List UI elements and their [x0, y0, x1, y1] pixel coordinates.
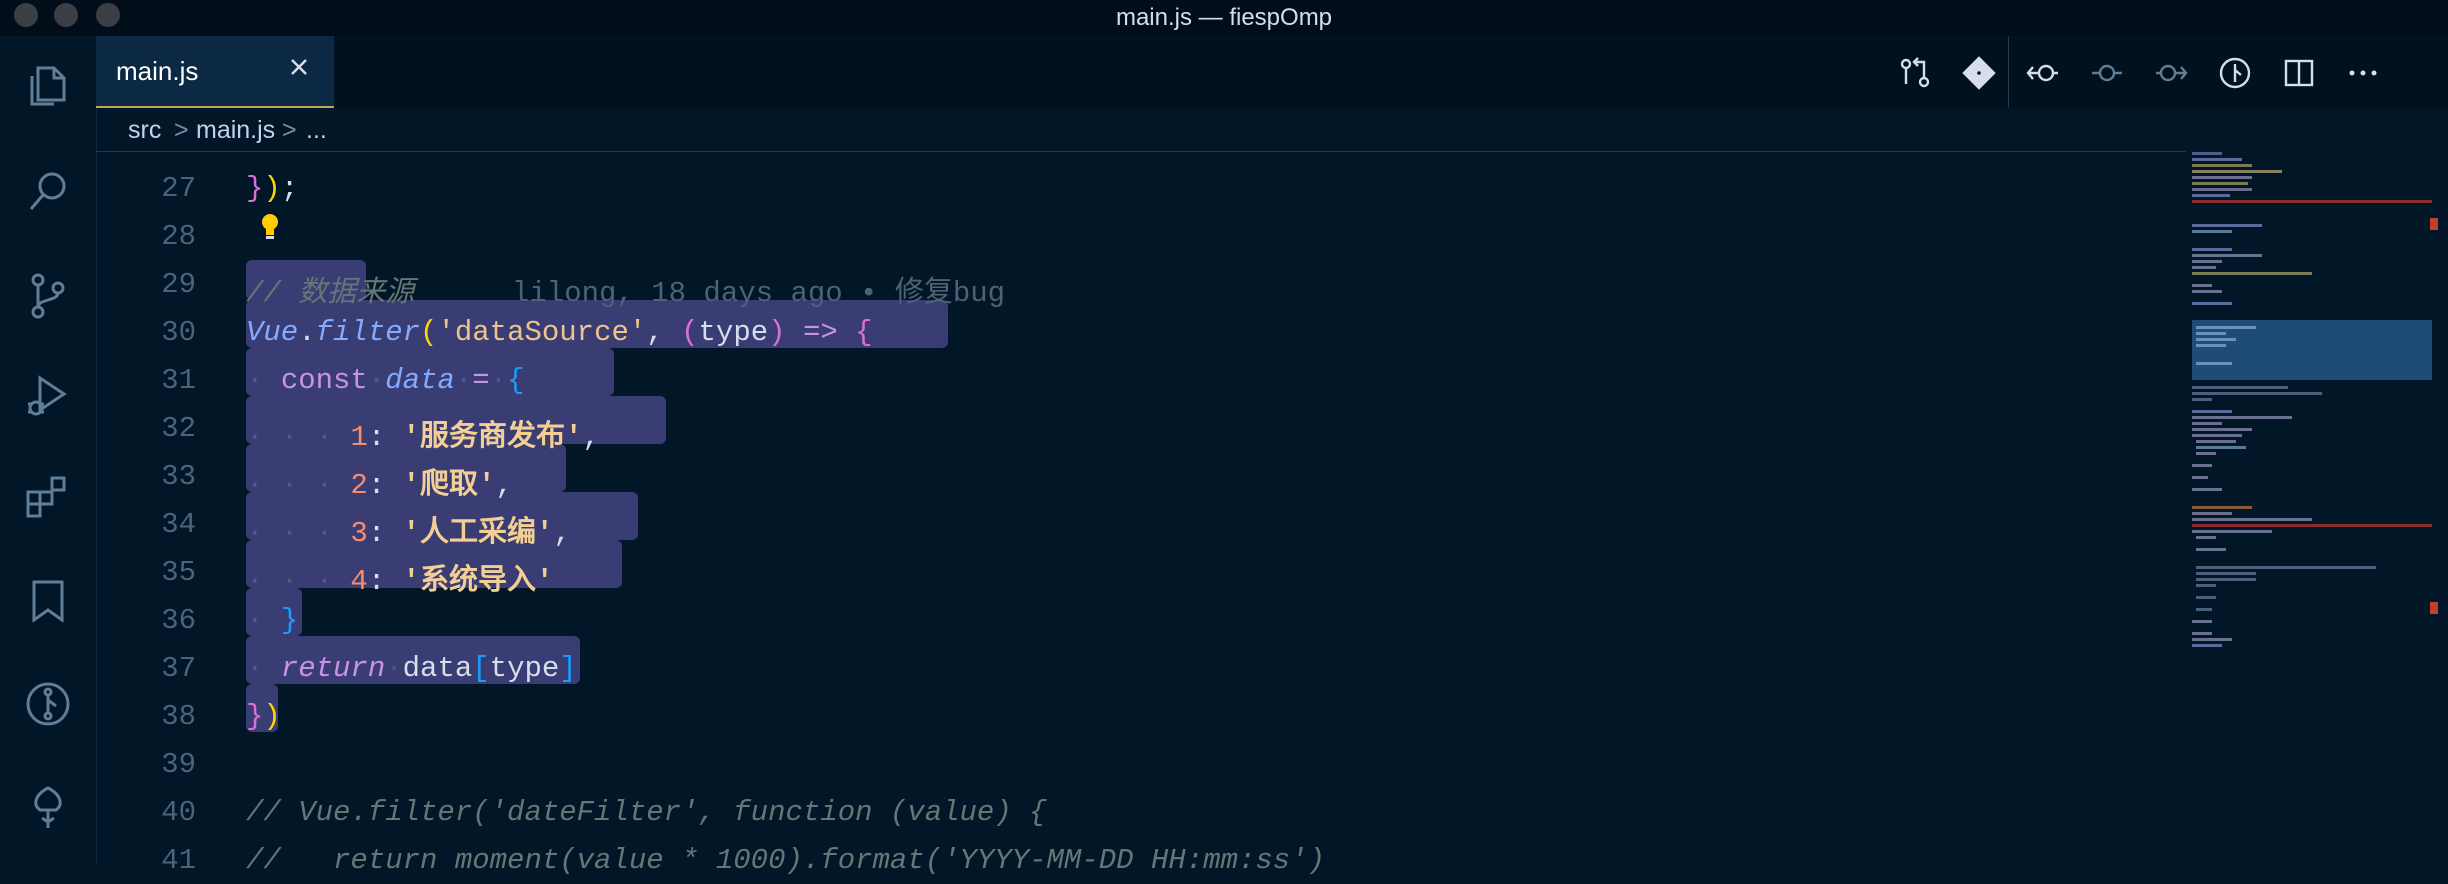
- bookmarks-icon[interactable]: [22, 576, 74, 628]
- code-line: 37 · return·data[type]: [96, 644, 2186, 692]
- lightbulb-icon[interactable]: [258, 212, 282, 242]
- activity-bar: [0, 36, 97, 864]
- more-actions-icon[interactable]: [2346, 56, 2380, 90]
- line-number: 39: [161, 748, 196, 781]
- code-line: 41 // return moment(value * 1000).format…: [96, 836, 2186, 884]
- code-line: 33 · · · 2: '爬取',: [96, 452, 2186, 502]
- code-line: 27 });: [96, 164, 2186, 212]
- breadcrumb-item-symbol[interactable]: ...: [306, 116, 327, 145]
- line-number: 28: [161, 220, 196, 253]
- line-number: 40: [161, 796, 196, 829]
- line-number: 35: [161, 556, 196, 589]
- tab-main-js[interactable]: main.js: [96, 36, 334, 108]
- minimap[interactable]: [2186, 152, 2448, 864]
- line-number: 37: [161, 652, 196, 685]
- split-editor-icon[interactable]: [2282, 56, 2316, 90]
- blame-icon[interactable]: [2218, 56, 2252, 90]
- tab-label: main.js: [116, 56, 199, 86]
- editor-actions: [1898, 36, 2418, 108]
- breadcrumb-separator: >: [282, 116, 297, 144]
- line-number: 36: [161, 604, 196, 637]
- explorer-icon[interactable]: [22, 60, 74, 112]
- breadcrumb-item-file[interactable]: main.js: [196, 116, 275, 145]
- line-number: 34: [161, 508, 196, 541]
- window-title: main.js — fiespOmp: [1115, 4, 1333, 31]
- code-line: 32 · · · 1: '服务商发布',: [96, 404, 2186, 454]
- code-line: 30 Vue.filter('dataSource', (type) => {: [96, 308, 2186, 356]
- code-comment: // return moment(value * 1000).format('Y…: [246, 844, 1325, 877]
- source-control-icon[interactable]: [22, 270, 74, 322]
- code-line: 34 · · · 3: '人工采编',: [96, 500, 2186, 550]
- line-number: 30: [161, 316, 196, 349]
- code-line: 29 // 数据来源 lilong, 18 days ago • 修复bug: [96, 260, 2186, 310]
- breadcrumb: src > main.js > ...: [96, 108, 2448, 152]
- code-editor[interactable]: 27 }); 28 29 // 数据来源 lilong, 18 days ago…: [96, 152, 2186, 877]
- line-number: 27: [161, 172, 196, 205]
- extensions-icon[interactable]: [22, 470, 74, 522]
- gitlens-icon[interactable]: [22, 678, 74, 730]
- close-icon[interactable]: [284, 52, 314, 82]
- code-line: 39: [96, 740, 2186, 788]
- run-debug-icon[interactable]: [22, 370, 74, 422]
- code-line: 35 · · · 4: '系统导入': [96, 548, 2186, 598]
- next-revision-icon[interactable]: [2154, 56, 2188, 90]
- git-blame-annotation: lilong, 18 days ago • 修复bug: [512, 277, 1006, 310]
- previous-revision-icon[interactable]: [2026, 56, 2060, 90]
- line-number: 33: [161, 460, 196, 493]
- line-number: 29: [161, 268, 196, 301]
- tabs-row: main.js: [96, 36, 2448, 108]
- tree-icon[interactable]: [22, 782, 74, 834]
- search-icon[interactable]: [22, 166, 74, 218]
- line-number: 38: [161, 700, 196, 733]
- code-comment: // Vue.filter('dateFilter', function (va…: [246, 796, 1047, 829]
- line-number: 41: [161, 844, 196, 877]
- code-line: 31 · const·data·=·{: [96, 356, 2186, 404]
- code-line: 38 }): [96, 692, 2186, 740]
- code-line: 36 · }: [96, 596, 2186, 644]
- line-number: 31: [161, 364, 196, 397]
- breadcrumb-separator: >: [174, 116, 189, 144]
- breadcrumb-item-src[interactable]: src: [128, 116, 161, 145]
- line-number: 32: [161, 412, 196, 445]
- minimap-marker: [2430, 218, 2438, 230]
- open-changes-icon[interactable]: [1898, 56, 1932, 90]
- code-line: 40 // Vue.filter('dateFilter', function …: [96, 788, 2186, 836]
- code-line: 28: [96, 212, 2186, 260]
- commit-node-icon[interactable]: [2090, 56, 2124, 90]
- title-bar: main.js — fiespOmp: [0, 0, 2448, 36]
- code-comment: // 数据来源: [246, 277, 415, 310]
- minimap-marker: [2430, 602, 2438, 614]
- git-commit-icon[interactable]: [1962, 56, 1996, 90]
